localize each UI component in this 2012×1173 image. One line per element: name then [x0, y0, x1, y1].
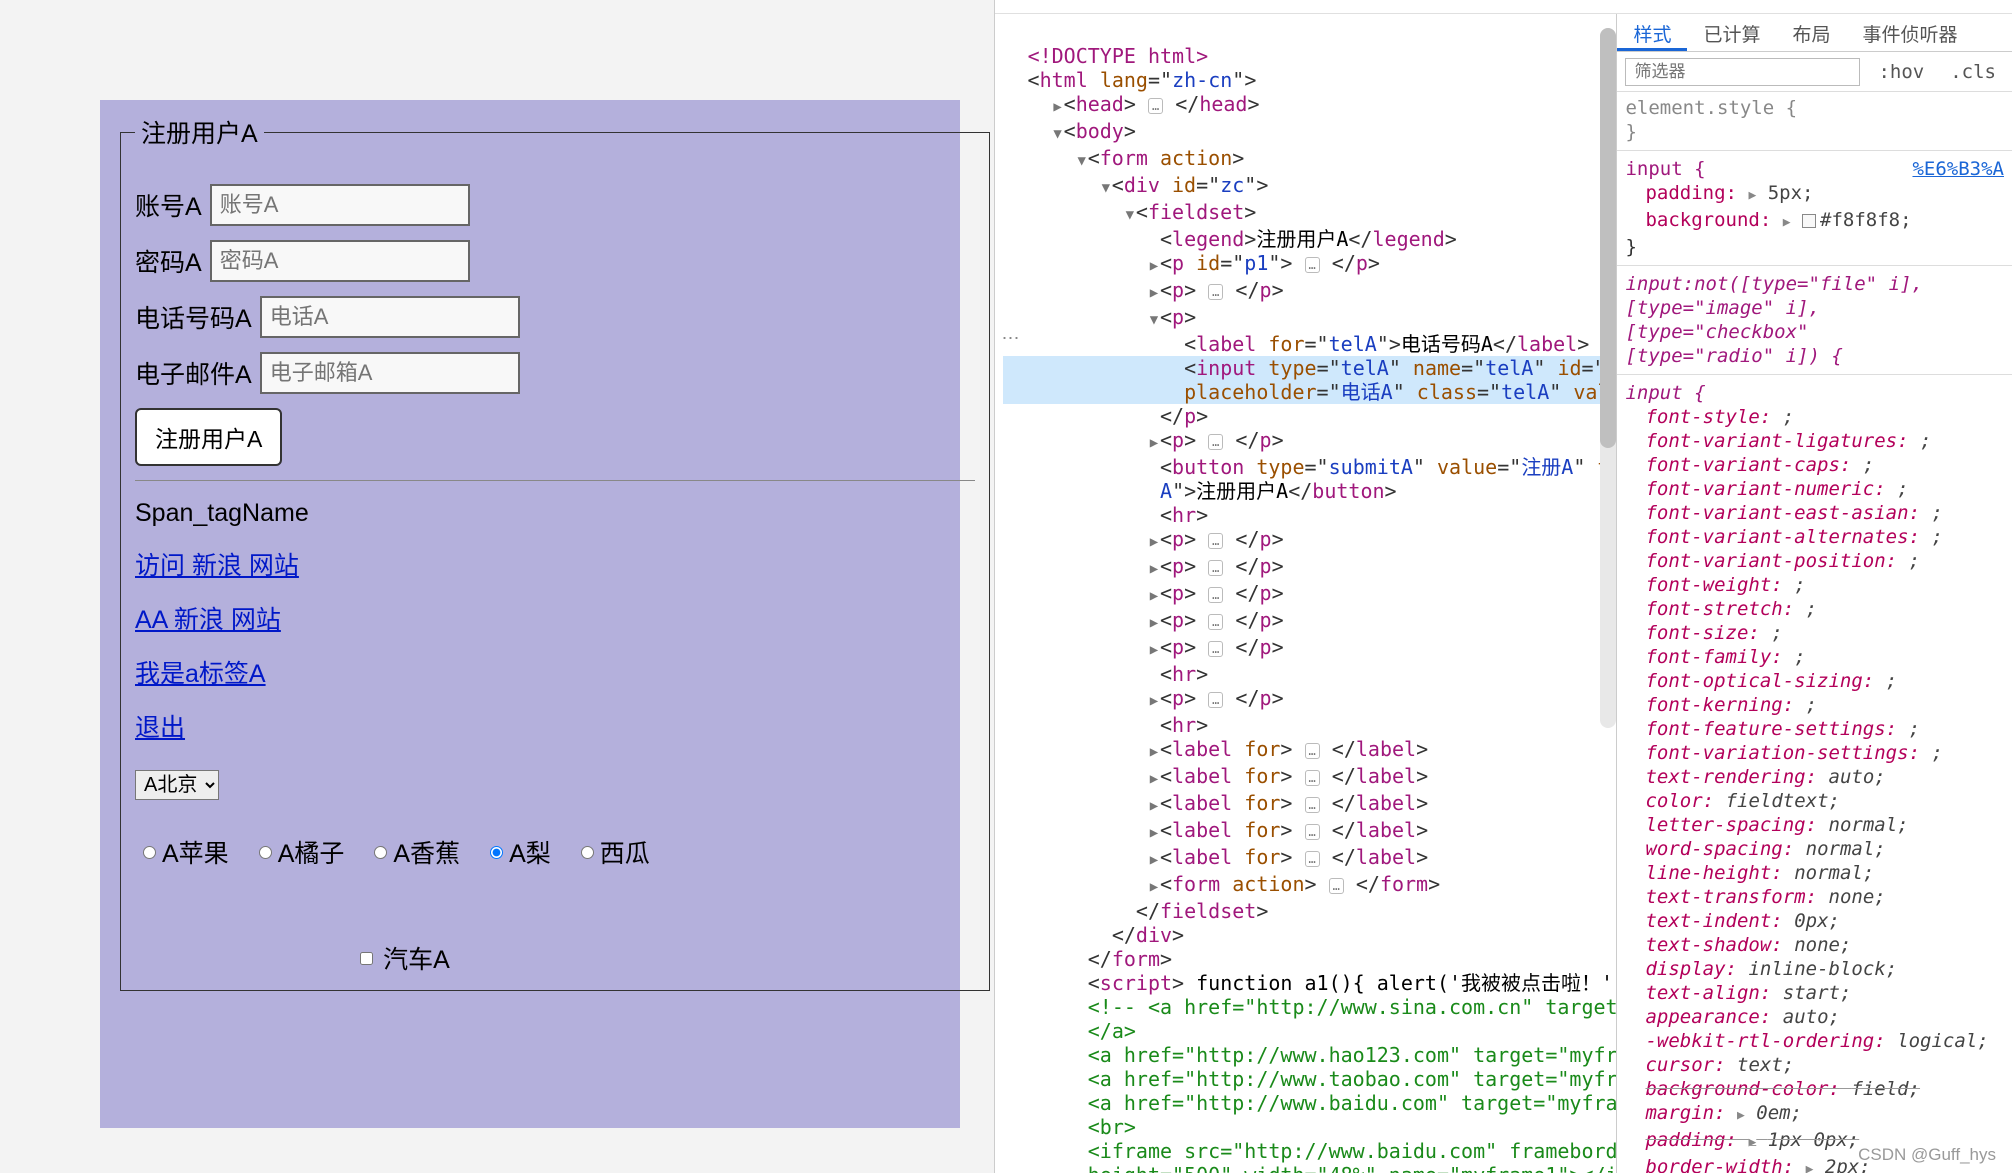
links-section: Span_tagName 访问 新浪 网站 AA 新浪 网站 我是a标签A 退出: [135, 499, 975, 744]
register-fieldset: 注册用户A 账号A 密码A 电话号码A 电子邮件A 注册用户A: [120, 114, 990, 991]
radio-banana[interactable]: A香蕉: [374, 834, 460, 870]
password-input[interactable]: [210, 240, 470, 282]
fruit-radio-group: A苹果 A橘子 A香蕉 A梨 西瓜: [135, 834, 975, 870]
filter-row: :hov .cls: [1617, 52, 2012, 92]
gutter-menu-icon[interactable]: ⋯: [1001, 328, 1019, 349]
span-heading: Span_tagName: [135, 499, 975, 528]
devtools-toolbar: [995, 0, 2012, 14]
tab-styles[interactable]: 样式: [1617, 14, 1687, 51]
link-aa-sina[interactable]: AA 新浪 网站: [135, 606, 281, 634]
email-input[interactable]: [260, 352, 520, 394]
account-label: 账号A: [135, 187, 202, 223]
radio-apple[interactable]: A苹果: [143, 834, 229, 870]
tab-layout[interactable]: 布局: [1777, 14, 1847, 51]
tel-input[interactable]: [260, 296, 520, 338]
scrollbar-thumb[interactable]: [1600, 28, 1616, 448]
form-container: 注册用户A 账号A 密码A 电话号码A 电子邮件A 注册用户A: [120, 114, 1000, 991]
elements-scrollbar[interactable]: [1600, 28, 1616, 728]
fieldset-legend: 注册用户A: [135, 114, 264, 150]
link-a-tag[interactable]: 我是a标签A: [135, 660, 266, 688]
link-exit[interactable]: 退出: [135, 714, 185, 742]
car-checkbox[interactable]: [360, 952, 373, 965]
cls-button[interactable]: .cls: [1942, 59, 2004, 85]
city-select[interactable]: A北京: [135, 770, 219, 800]
dom-tree[interactable]: <!DOCTYPE html> <html lang="zh-cn"> ▶<he…: [995, 14, 1616, 1173]
hr-divider: [135, 480, 975, 481]
checkbox-row: 汽车A: [135, 940, 975, 976]
radio-orange[interactable]: A橘子: [259, 834, 345, 870]
styles-tabs: 样式 已计算 布局 事件侦听器: [1617, 14, 2012, 52]
devtools-panel: ⋯ <!DOCTYPE html> <html lang="zh-cn"> ▶<…: [994, 0, 2012, 1173]
radio-melon[interactable]: 西瓜: [581, 834, 650, 870]
hov-button[interactable]: :hov: [1870, 59, 1932, 85]
styles-rules[interactable]: element.style { } input {%E6%B3%A paddin…: [1617, 92, 2012, 1173]
car-checkbox-label: 汽车A: [383, 940, 450, 976]
styles-panel: 样式 已计算 布局 事件侦听器 :hov .cls element.style …: [1617, 14, 2012, 1173]
filter-input[interactable]: [1625, 58, 1860, 86]
tab-listeners[interactable]: 事件侦听器: [1847, 14, 1974, 51]
radio-pear[interactable]: A梨: [490, 834, 551, 870]
submit-button[interactable]: 注册用户A: [135, 408, 282, 466]
page-viewport: 注册用户A 账号A 密码A 电话号码A 电子邮件A 注册用户A: [0, 0, 994, 1173]
tel-label: 电话号码A: [135, 299, 252, 335]
watermark: CSDN @Guff_hys: [1858, 1145, 1996, 1165]
link-sina[interactable]: 访问 新浪 网站: [135, 552, 299, 580]
tab-computed[interactable]: 已计算: [1687, 14, 1776, 51]
email-label: 电子邮件A: [135, 355, 252, 391]
source-link[interactable]: %E6%B3%A: [1912, 157, 2004, 181]
password-label: 密码A: [135, 243, 202, 279]
elements-panel[interactable]: ⋯ <!DOCTYPE html> <html lang="zh-cn"> ▶<…: [995, 14, 1617, 1173]
account-input[interactable]: [210, 184, 470, 226]
